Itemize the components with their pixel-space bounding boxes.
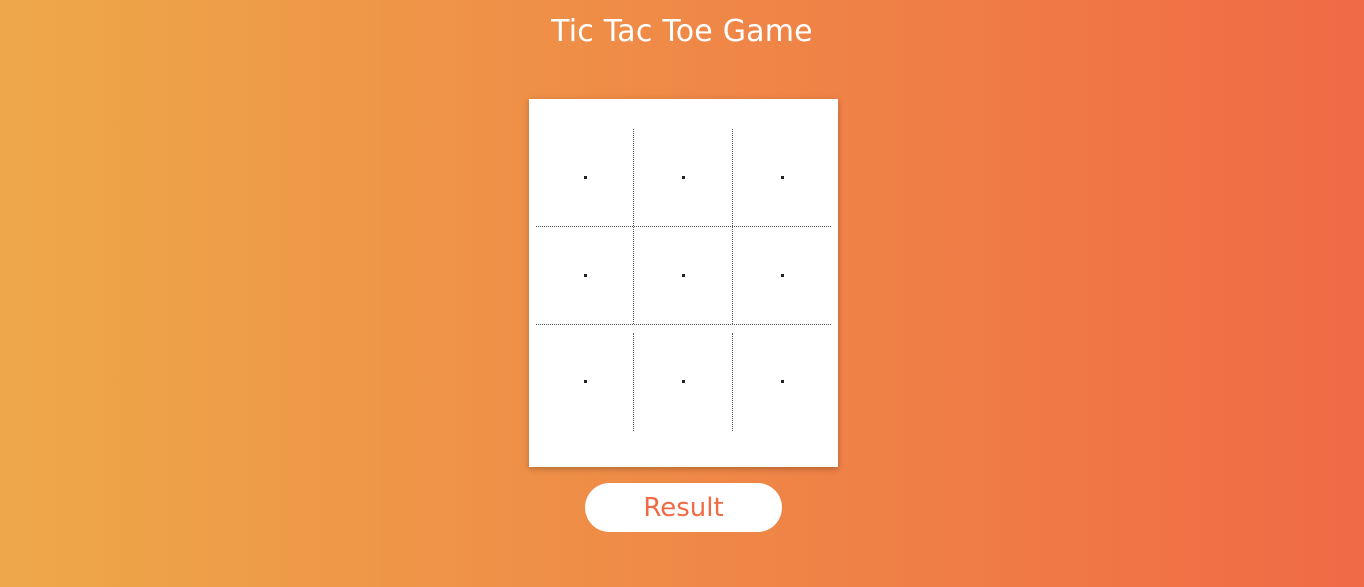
board-cell-2[interactable]	[634, 129, 732, 226]
grid-line-horizontal-2	[536, 324, 831, 325]
board-cell-3[interactable]	[733, 129, 831, 226]
board-cell-8[interactable]	[634, 333, 732, 430]
board-cell-4[interactable]	[536, 227, 634, 324]
game-board-card	[529, 99, 838, 467]
cell-marker-icon	[681, 176, 685, 179]
game-grid	[536, 129, 831, 431]
board-cell-9[interactable]	[733, 333, 831, 430]
cell-marker-icon	[681, 380, 685, 383]
board-cell-7[interactable]	[536, 333, 634, 430]
board-cell-1[interactable]	[536, 129, 634, 226]
cell-marker-icon	[780, 380, 784, 383]
result-button[interactable]: Result	[585, 483, 782, 532]
cell-marker-icon	[583, 274, 587, 277]
cell-marker-icon	[780, 274, 784, 277]
page-title: Tic Tac Toe Game	[551, 14, 813, 49]
cell-marker-icon	[780, 176, 784, 179]
cell-marker-icon	[681, 274, 685, 277]
board-cell-5[interactable]	[634, 227, 732, 324]
cell-marker-icon	[583, 176, 587, 179]
cell-marker-icon	[583, 380, 587, 383]
board-cell-6[interactable]	[733, 227, 831, 324]
